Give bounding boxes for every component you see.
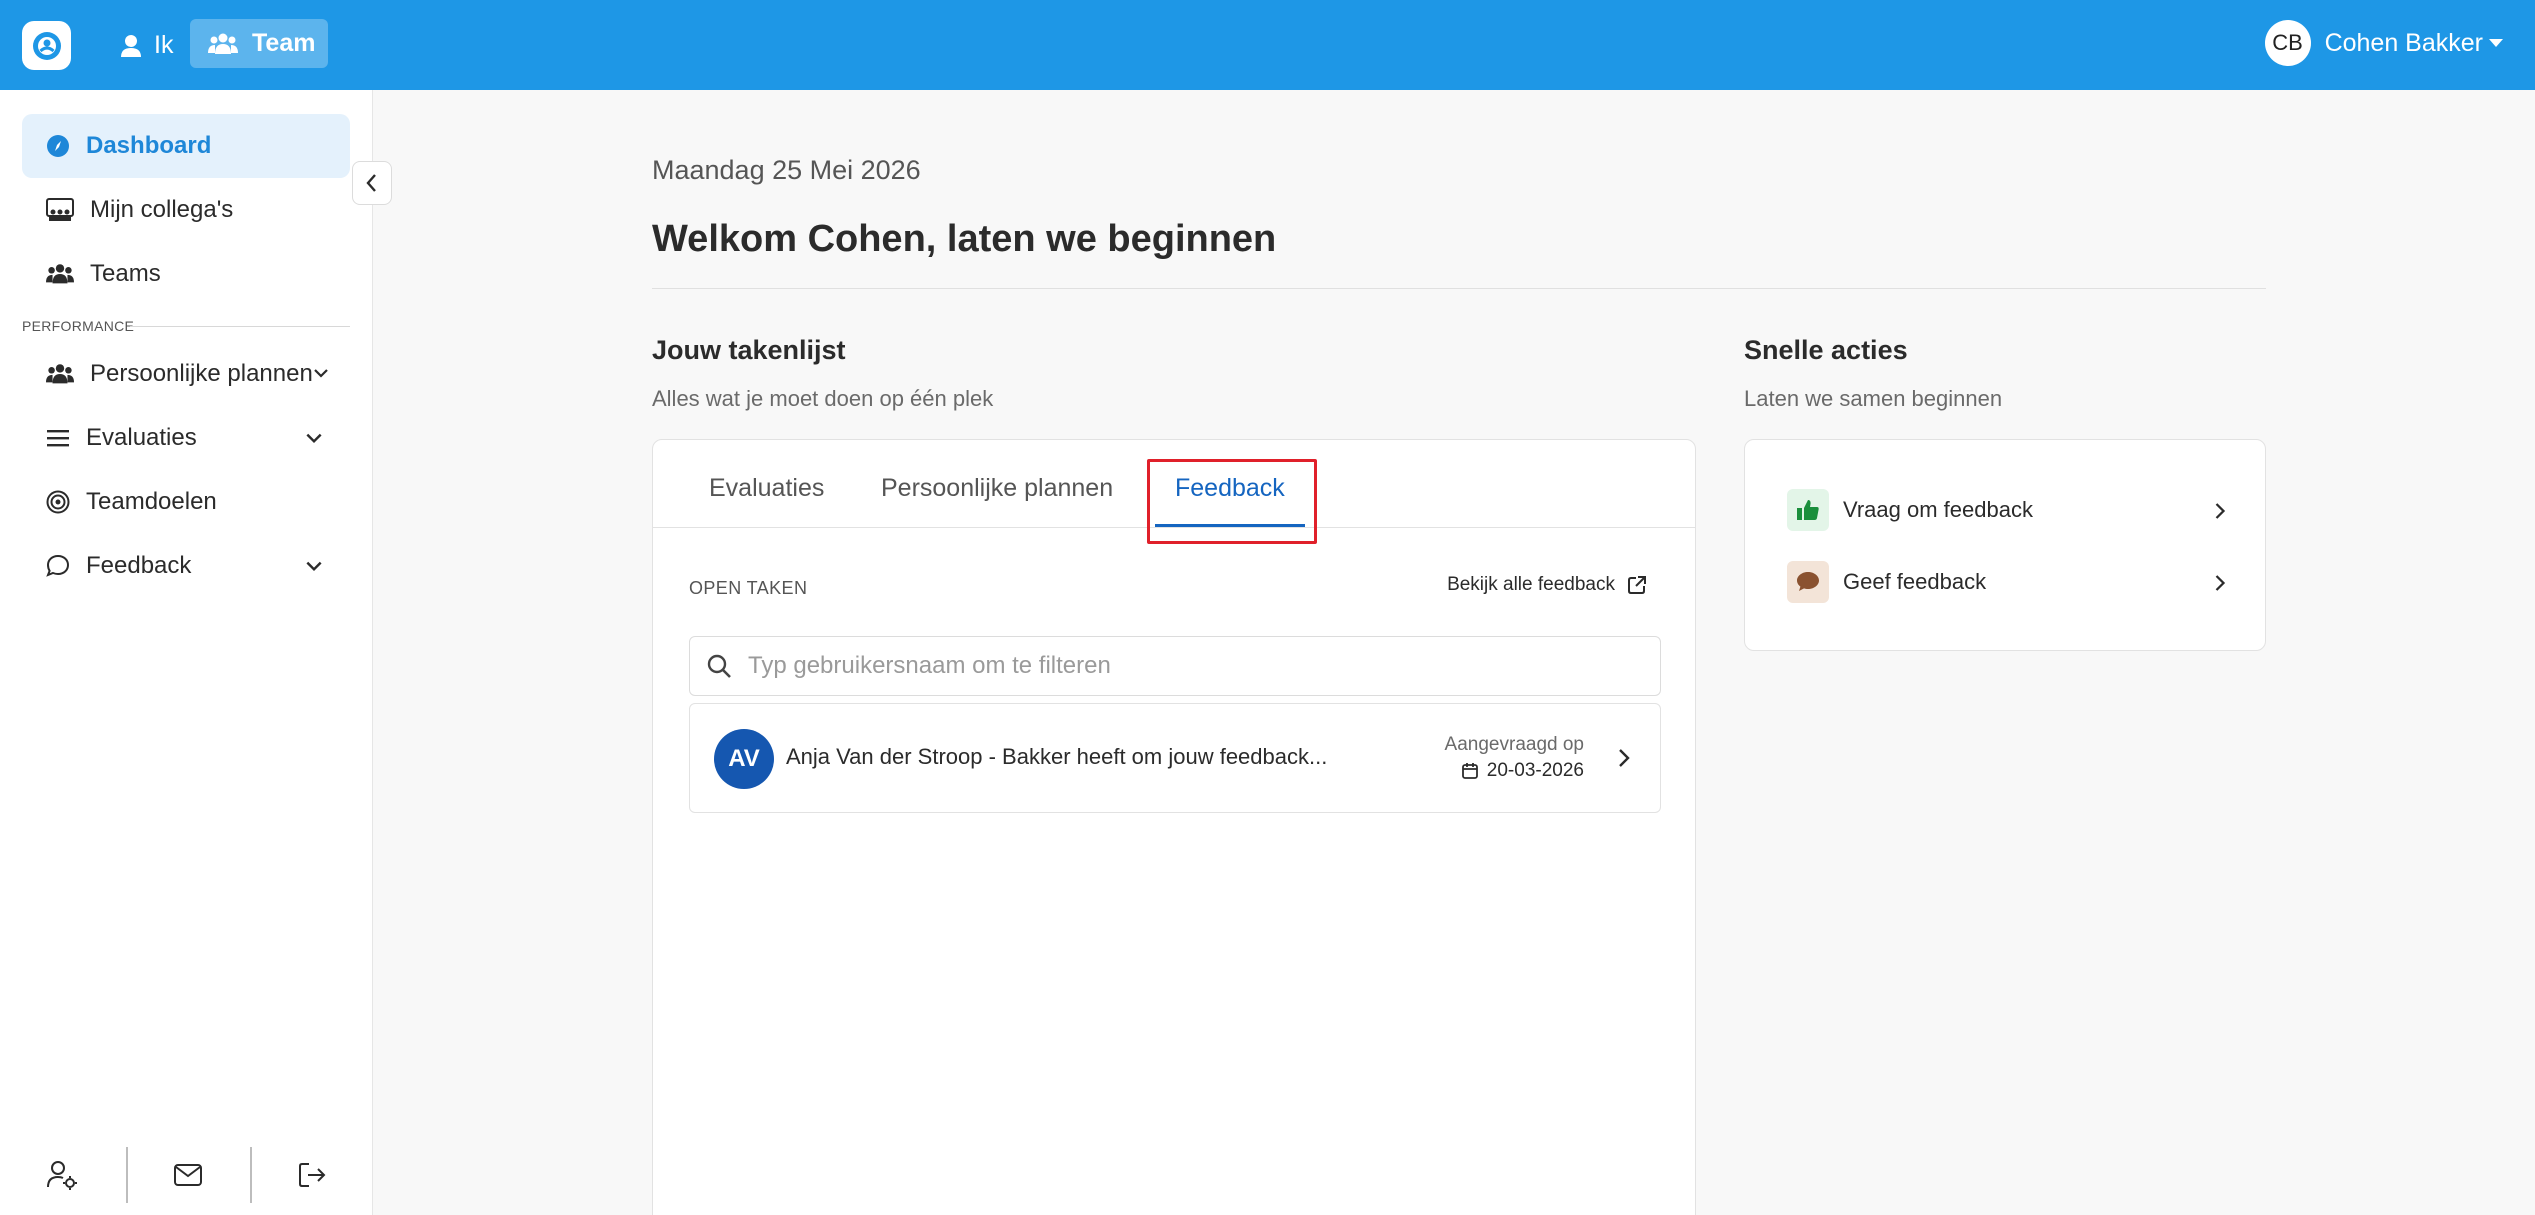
logo-icon: [32, 31, 61, 60]
calendar-icon: [1461, 763, 1478, 779]
chevron-right-icon: [2215, 503, 2226, 519]
sidebar-item-teams[interactable]: Teams: [22, 242, 350, 306]
sidebar-item-label: Mijn collega's: [90, 196, 234, 223]
nav-team-label: Team: [252, 29, 316, 57]
caret-down-icon: [2489, 39, 2503, 47]
sidebar-item-teamdoelen[interactable]: Teamdoelen: [22, 470, 350, 534]
nav-ik[interactable]: Ik: [112, 21, 181, 70]
task-meta-label: Aangevraagd op: [1444, 734, 1584, 755]
footer-divider: [126, 1147, 128, 1203]
sidebar-item-label: Dashboard: [86, 132, 212, 159]
sidebar-item-label: Teamdoelen: [86, 488, 217, 515]
quick-actions-subtitle: Laten we samen beginnen: [1744, 386, 2003, 411]
page-title: Welkom Cohen, laten we beginnen: [652, 218, 1277, 260]
chevron-right-icon: [1619, 749, 1630, 767]
sidebar-item-label: Feedback: [86, 552, 192, 579]
users-icon: [46, 264, 74, 284]
search-field: [689, 636, 1661, 696]
sidebar-item-personal-plans[interactable]: Persoonlijke plannen: [22, 342, 350, 406]
compass-icon: [47, 135, 69, 157]
sidebar-footer: [0, 1135, 373, 1215]
app-logo[interactable]: [22, 21, 71, 70]
task-date-value: 20-03-2026: [1486, 760, 1584, 781]
list-icon: [47, 430, 69, 447]
quick-action-label: Vraag om feedback: [1843, 497, 2033, 522]
top-bar: Ik Team CB Cohen Bakker: [0, 0, 2535, 90]
quick-actions-card: Vraag om feedback Geef feedback: [1744, 439, 2266, 651]
chevron-down-icon: [306, 433, 322, 444]
user-settings-icon: [47, 1161, 77, 1190]
logout-button[interactable]: [286, 1149, 338, 1201]
tab-highlight-box: [1147, 459, 1317, 544]
open-tasks-label: OPEN TAKEN: [689, 578, 808, 598]
give-feedback-button[interactable]: Geef feedback: [1787, 560, 2227, 604]
tab-evaluaties[interactable]: Evaluaties: [709, 474, 824, 503]
chevron-down-icon: [306, 561, 322, 572]
task-text: Anja Van der Stroop - Bakker heeft om jo…: [786, 744, 1328, 769]
avatar: AV: [714, 729, 774, 789]
colleagues-icon: [46, 198, 74, 221]
header-divider: [652, 288, 2266, 289]
logout-icon: [299, 1163, 326, 1187]
search-icon: [707, 654, 731, 678]
sidebar-item-label: Evaluaties: [86, 424, 197, 451]
user-icon: [121, 34, 141, 57]
view-all-label: Bekijk alle feedback: [1447, 574, 1615, 595]
messages-button[interactable]: [162, 1149, 214, 1201]
user-settings-button[interactable]: [36, 1149, 88, 1201]
task-row[interactable]: AV Anja Van der Stroop - Bakker heeft om…: [689, 703, 1661, 813]
tasks-card: Evaluaties Persoonlijke plannen Feedback…: [652, 439, 1696, 1215]
tasks-subtitle: Alles wat je moet doen op één plek: [652, 386, 994, 411]
target-icon: [46, 490, 70, 514]
sidebar-item-feedback[interactable]: Feedback: [22, 534, 350, 598]
chevron-left-icon: [366, 174, 376, 192]
search-input[interactable]: [748, 652, 1628, 680]
sidebar-item-colleagues[interactable]: Mijn collega's: [22, 178, 350, 242]
footer-divider: [250, 1147, 252, 1203]
collapse-sidebar-button[interactable]: [352, 161, 392, 205]
thumbs-up-badge: [1787, 489, 1829, 531]
task-tabs: Evaluaties Persoonlijke plannen Feedback: [653, 440, 1695, 544]
user-menu[interactable]: CB Cohen Bakker: [2264, 18, 2503, 68]
user-name: Cohen Bakker: [2324, 28, 2483, 57]
sidebar-item-label: Persoonlijke plannen: [90, 360, 313, 387]
ask-feedback-button[interactable]: Vraag om feedback: [1787, 488, 2227, 532]
nav-team[interactable]: Team: [190, 19, 328, 68]
current-date: Maandag 25 Mei 2026: [652, 155, 921, 185]
sidebar: Dashboard Mijn collega's Teams PERFORMAN…: [0, 90, 373, 1215]
sidebar-item-label: Teams: [90, 260, 161, 287]
view-all-feedback-link[interactable]: Bekijk alle feedback: [1447, 574, 1647, 596]
users-icon: [46, 364, 74, 384]
chevron-right-icon: [2215, 575, 2226, 591]
sidebar-item-evaluations[interactable]: Evaluaties: [22, 406, 350, 470]
section-divider: [130, 326, 350, 327]
chevron-down-icon: [314, 369, 328, 378]
thumbs-up-icon: [1797, 500, 1819, 520]
speech-bubble-icon: [46, 554, 70, 577]
chat-bubble-icon: [1797, 572, 1819, 591]
envelope-icon: [174, 1164, 202, 1186]
sidebar-item-dashboard[interactable]: Dashboard: [22, 114, 350, 178]
chat-bubble-badge: [1787, 561, 1829, 603]
nav-ik-label: Ik: [154, 31, 174, 59]
external-link-icon: [1628, 576, 1646, 594]
tab-persoonlijke-plannen[interactable]: Persoonlijke plannen: [881, 474, 1113, 503]
users-icon: [208, 33, 238, 54]
section-label-performance: PERFORMANCE: [22, 318, 135, 334]
quick-action-label: Geef feedback: [1843, 569, 1987, 594]
tasks-title: Jouw takenlijst: [652, 335, 846, 365]
quick-actions-title: Snelle acties: [1744, 335, 1908, 365]
task-date: 20-03-2026: [1461, 760, 1584, 782]
avatar: CB: [2264, 20, 2311, 66]
